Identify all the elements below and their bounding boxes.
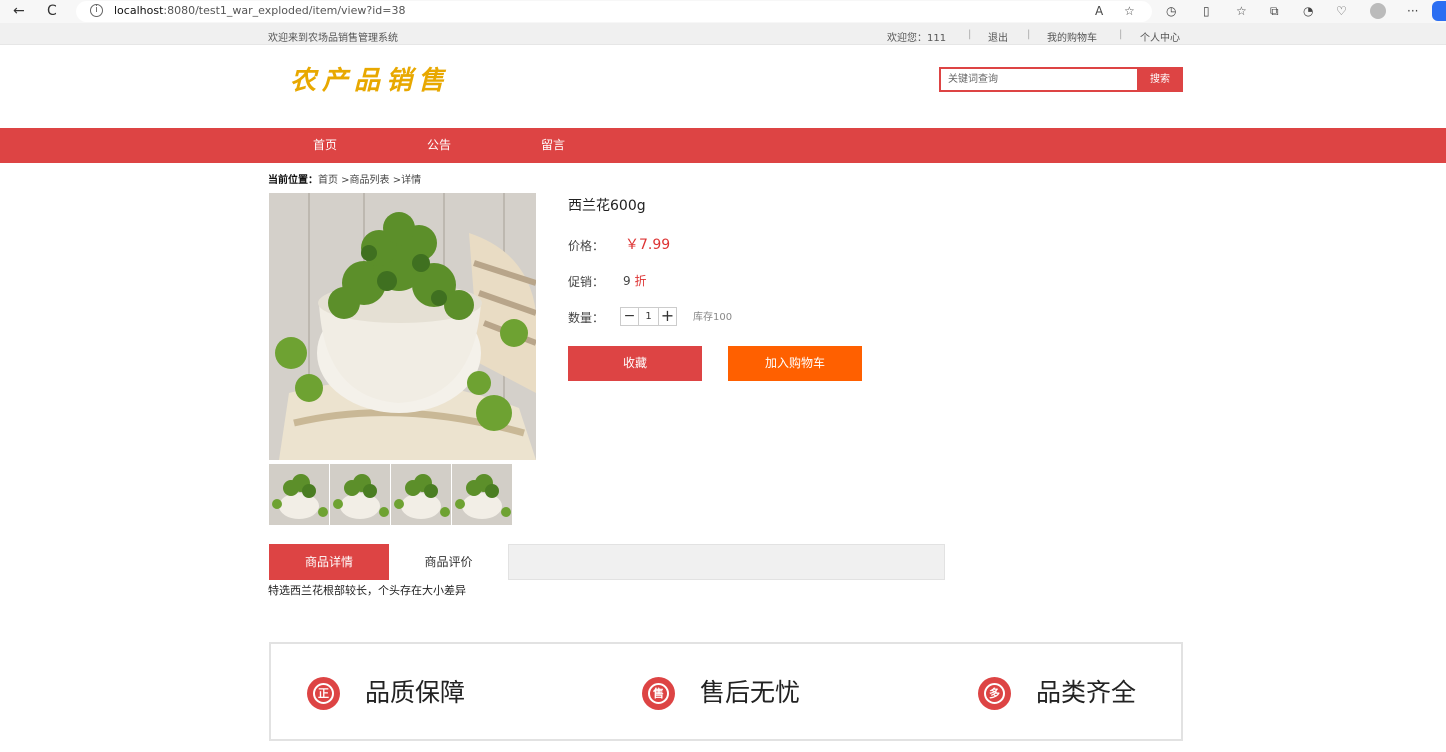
history-icon[interactable]: ◔ [1303, 3, 1313, 19]
extension-icon[interactable]: ◷ [1166, 3, 1176, 19]
thumbnail-4[interactable] [452, 464, 512, 525]
price-label: 价格： [568, 239, 605, 253]
promo-value: 9 折 [623, 272, 646, 289]
guarantee-text: 品类齐全 [1036, 678, 1137, 707]
logout-link[interactable]: 退出 [988, 29, 1008, 44]
main-nav: 首页 公告 留言 [0, 128, 1446, 163]
product-tabs: 商品详情 商品评价 [269, 544, 945, 580]
variety-badge-icon: 多 [978, 677, 1011, 710]
thumbnail-1[interactable] [269, 464, 329, 525]
read-aloud-icon[interactable]: A [1095, 3, 1103, 19]
breadcrumb-label: 当前位置： [268, 175, 318, 186]
favorite-star-icon[interactable]: ☆ [1124, 3, 1135, 19]
separator: | [968, 29, 972, 40]
nav-item-notice[interactable]: 公告 [427, 128, 451, 163]
thumbnail-2[interactable] [330, 464, 390, 525]
quantity-decrease-button[interactable]: − [620, 307, 639, 326]
quantity-label: 数量： [568, 311, 605, 325]
add-to-cart-button[interactable]: 加入购物车 [728, 346, 862, 381]
after-sales-badge-icon: 售 [642, 677, 675, 710]
my-cart-link[interactable]: 我的购物车 [1047, 29, 1097, 44]
tab-product-review[interactable]: 商品评价 [389, 544, 509, 580]
split-screen-icon[interactable]: ▯ [1203, 3, 1210, 19]
thumbnail-3[interactable] [391, 464, 451, 525]
quantity-input[interactable]: 1 [639, 307, 658, 326]
site-welcome-text: 欢迎来到农场品销售管理系统 [268, 33, 398, 44]
product-main-image [269, 193, 536, 460]
favorites-icon[interactable]: ☆ [1236, 3, 1247, 19]
address-text[interactable]: localhost:8080/test1_war_exploded/item/v… [114, 4, 405, 17]
user-greeting: 欢迎您：111 [887, 33, 947, 44]
site-logo[interactable]: 农产品销售 [290, 60, 450, 97]
copilot-icon[interactable] [1432, 1, 1446, 21]
back-icon[interactable]: ← [13, 2, 25, 20]
quantity-increase-button[interactable]: + [658, 307, 677, 326]
search-input[interactable] [939, 67, 1137, 92]
refresh-icon[interactable]: C [47, 2, 57, 20]
product-name: 西兰花600g [568, 198, 646, 214]
site-info-icon[interactable]: i [90, 4, 103, 17]
top-info-bar: 欢迎来到农场品销售管理系统 欢迎您：111 | 退出 | 我的购物车 | 个人中… [0, 23, 1446, 45]
separator: | [1119, 29, 1123, 40]
promo-number: 9 [623, 274, 631, 288]
promo-label: 促销： [568, 275, 605, 289]
search-button[interactable]: 搜索 [1137, 67, 1183, 92]
broccoli-bowl-illustration [269, 193, 536, 460]
quality-badge-icon: 正 [307, 677, 340, 710]
guarantee-text: 售后无忧 [700, 678, 801, 707]
browser-toolbar: ← C i localhost:8080/test1_war_exploded/… [0, 0, 1446, 23]
performance-icon[interactable]: ♡ [1336, 3, 1347, 19]
more-menu-icon[interactable]: ··· [1407, 3, 1418, 19]
profile-avatar-icon[interactable] [1370, 3, 1386, 19]
profile-link[interactable]: 个人中心 [1140, 29, 1180, 44]
tab-product-detail[interactable]: 商品详情 [269, 544, 389, 580]
breadcrumb: 当前位置：首页 >商品列表 >详情 [268, 171, 421, 186]
service-guarantee-band: 正 品质保障 售 售后无忧 多 品类齐全 [269, 642, 1183, 741]
favorite-button[interactable]: 收藏 [568, 346, 702, 381]
product-price: ￥7.99 [625, 237, 671, 253]
separator: | [1027, 29, 1031, 40]
guarantee-text: 品质保障 [365, 678, 466, 707]
nav-item-message[interactable]: 留言 [541, 128, 565, 163]
collections-icon[interactable]: ⧉ [1270, 3, 1279, 19]
breadcrumb-path[interactable]: 首页 >商品列表 >详情 [318, 175, 421, 186]
stock-count: 库存100 [693, 312, 733, 323]
product-description: 特选西兰花根部较长，个头存在大小差异 [268, 584, 466, 597]
promo-unit: 折 [634, 274, 647, 288]
nav-item-home[interactable]: 首页 [313, 128, 337, 163]
